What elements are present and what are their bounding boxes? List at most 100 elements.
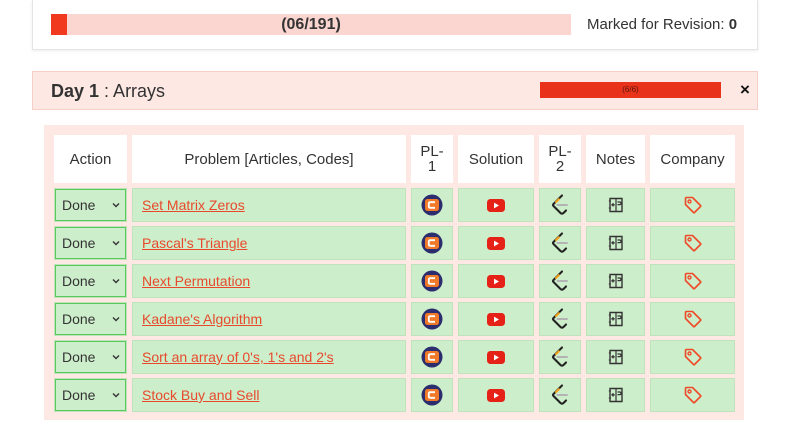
company-cell (650, 340, 735, 374)
overall-progress-label: (06/191) (281, 16, 341, 33)
action-cell: Done (54, 302, 127, 336)
problem-link[interactable]: Set Matrix Zeros (142, 197, 245, 213)
day-section-header[interactable]: Day 1 : Arrays (6/6) × (32, 71, 758, 110)
day-title: Day 1 : Arrays (51, 81, 165, 102)
pl1-cell (411, 340, 453, 374)
header-problem: Problem [Articles, Codes] (132, 135, 406, 183)
status-select-value: Done (62, 387, 96, 403)
coding-ninjas-icon[interactable] (421, 270, 443, 292)
status-select-value: Done (62, 235, 96, 251)
tag-icon[interactable] (683, 309, 703, 329)
day-progress-label: (6/6) (622, 85, 639, 94)
notes-icon[interactable] (607, 234, 625, 252)
overall-progress-bar: (06/191) (51, 14, 571, 35)
action-cell: Done (54, 188, 127, 222)
problem-link[interactable]: Sort an array of 0's, 1's and 2's (142, 349, 334, 365)
action-cell: Done (54, 378, 127, 412)
company-cell (650, 188, 735, 222)
chevron-down-icon (112, 393, 120, 398)
coding-ninjas-icon[interactable] (421, 232, 443, 254)
status-select-value: Done (62, 349, 96, 365)
leetcode-icon[interactable] (550, 270, 570, 292)
coding-ninjas-icon[interactable] (421, 194, 443, 216)
coding-ninjas-icon[interactable] (421, 384, 443, 406)
problem-cell: Set Matrix Zeros (132, 188, 406, 222)
status-select[interactable]: Done (55, 379, 126, 411)
action-cell: Done (54, 226, 127, 260)
leetcode-icon[interactable] (550, 384, 570, 406)
chevron-down-icon (112, 355, 120, 360)
notes-cell (586, 340, 645, 374)
problem-table: Action Problem [Articles, Codes] PL- 1 S… (44, 125, 744, 420)
notes-cell (586, 378, 645, 412)
company-cell (650, 226, 735, 260)
problem-link[interactable]: Next Permutation (142, 273, 250, 289)
status-select[interactable]: Done (55, 303, 126, 335)
problem-link[interactable]: Stock Buy and Sell (142, 387, 260, 403)
pl1-cell (411, 378, 453, 412)
tag-icon[interactable] (683, 385, 703, 405)
youtube-icon[interactable] (487, 274, 505, 288)
status-select-value: Done (62, 311, 96, 327)
revision-count: 0 (728, 16, 738, 33)
notes-icon[interactable] (607, 310, 625, 328)
leetcode-icon[interactable] (550, 346, 570, 368)
day-progress-bar: (6/6) (540, 82, 721, 98)
youtube-icon[interactable] (487, 198, 505, 212)
solution-cell (458, 302, 534, 336)
tag-icon[interactable] (683, 347, 703, 367)
problem-cell: Kadane's Algorithm (132, 302, 406, 336)
company-cell (650, 378, 735, 412)
solution-cell (458, 226, 534, 260)
tag-icon[interactable] (683, 233, 703, 253)
day-title-topic: : Arrays (99, 81, 166, 101)
leetcode-icon[interactable] (550, 194, 570, 216)
notes-icon[interactable] (607, 272, 625, 290)
header-company: Company (650, 135, 735, 183)
tag-icon[interactable] (683, 271, 703, 291)
header-solution: Solution (458, 135, 534, 183)
solution-cell (458, 378, 534, 412)
leetcode-icon[interactable] (550, 232, 570, 254)
action-cell: Done (54, 264, 127, 298)
pl1-cell (411, 302, 453, 336)
notes-cell (586, 302, 645, 336)
header-action: Action (54, 135, 127, 183)
tag-icon[interactable] (683, 195, 703, 215)
youtube-icon[interactable] (487, 350, 505, 364)
pl2-cell (539, 378, 581, 412)
status-select[interactable]: Done (55, 189, 126, 221)
coding-ninjas-icon[interactable] (421, 346, 443, 368)
action-cell: Done (54, 340, 127, 374)
pl1-cell (411, 226, 453, 260)
status-select[interactable]: Done (55, 341, 126, 373)
chevron-down-icon (112, 279, 120, 284)
coding-ninjas-icon[interactable] (421, 308, 443, 330)
chevron-down-icon (112, 241, 120, 246)
close-icon[interactable]: × (736, 80, 754, 100)
notes-cell (586, 264, 645, 298)
status-select[interactable]: Done (55, 227, 126, 259)
solution-cell (458, 340, 534, 374)
problem-cell: Next Permutation (132, 264, 406, 298)
notes-cell (586, 188, 645, 222)
youtube-icon[interactable] (487, 388, 505, 402)
pl2-cell (539, 188, 581, 222)
status-select[interactable]: Done (55, 265, 126, 297)
problem-link[interactable]: Kadane's Algorithm (142, 311, 262, 327)
problem-link[interactable]: Pascal's Triangle (142, 235, 247, 251)
header-pl2: PL- 2 (539, 135, 581, 183)
revision-label: Marked for Revision: (587, 16, 729, 33)
notes-icon[interactable] (607, 196, 625, 214)
solution-cell (458, 264, 534, 298)
header-pl1: PL- 1 (411, 135, 453, 183)
problem-cell: Sort an array of 0's, 1's and 2's (132, 340, 406, 374)
youtube-icon[interactable] (487, 312, 505, 326)
company-cell (650, 264, 735, 298)
status-select-value: Done (62, 197, 96, 213)
leetcode-icon[interactable] (550, 308, 570, 330)
notes-icon[interactable] (607, 348, 625, 366)
youtube-icon[interactable] (487, 236, 505, 250)
notes-icon[interactable] (607, 386, 625, 404)
chevron-down-icon (112, 317, 120, 322)
